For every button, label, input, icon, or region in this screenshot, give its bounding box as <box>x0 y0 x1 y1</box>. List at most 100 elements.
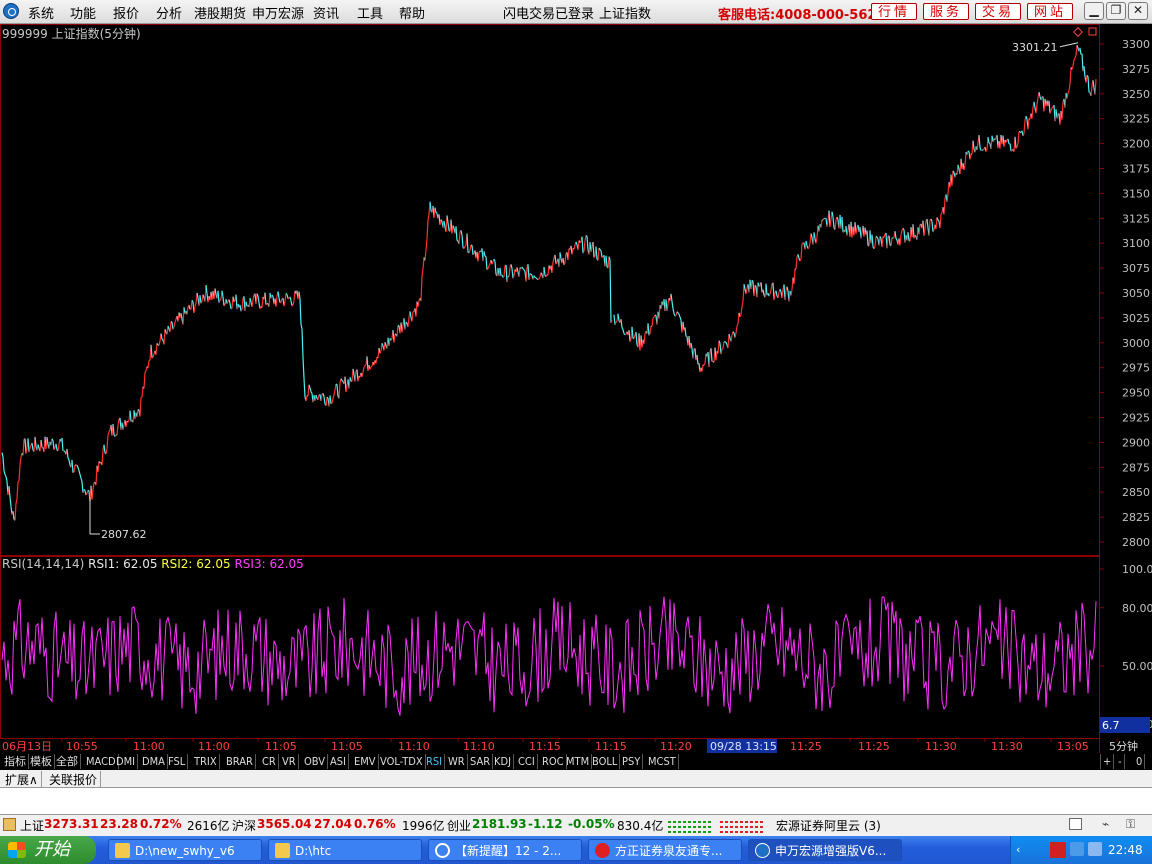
rsi-value-box-label: 6.7 <box>1102 719 1120 732</box>
indicator-tab-cr[interactable]: CR <box>260 754 279 769</box>
tray-expand-icon[interactable]: ‹ <box>1016 843 1020 856</box>
price-tick-label: 2975 <box>1122 362 1150 375</box>
hs-index-change: 27.04 <box>314 817 352 831</box>
website-button[interactable]: 网站 <box>1027 3 1073 20</box>
related-quote-tab[interactable]: 关联报价 <box>46 771 102 788</box>
menu-analysis[interactable]: 分析 <box>156 3 182 22</box>
menu-hk-futures[interactable]: 港股期货 <box>194 3 246 22</box>
chart-area[interactable]: 3300 3275 3250 3225 3200 3175 3150 3125 3100 3075… <box>0 24 1152 754</box>
rsi-params: RSI(14,14,14) <box>2 557 85 571</box>
service-button[interactable]: 服务 <box>923 3 969 20</box>
rsi-tick-label: 100.00 <box>1122 563 1152 576</box>
signal-icon: ⌁ <box>1102 817 1110 831</box>
task-folder-htc[interactable]: D:\htc <box>268 839 422 861</box>
zoom-in-button[interactable]: + <box>1100 754 1115 769</box>
indicator-tab-asi[interactable]: ASI <box>328 754 349 769</box>
network-icon[interactable] <box>1070 842 1084 856</box>
task-fangzheng[interactable]: 方正证券泉友通专... <box>588 839 742 861</box>
sh-index-pct: 0.72% <box>140 817 182 831</box>
indicator-tab-boll[interactable]: BOLL <box>590 754 621 769</box>
indicator-tab-obv[interactable]: OBV <box>302 754 329 769</box>
hs-index-name[interactable]: 沪深 <box>232 817 256 834</box>
hs-index-pct: 0.76% <box>354 817 396 831</box>
menu-help[interactable]: 帮助 <box>399 3 425 22</box>
task-folder-swhy[interactable]: D:\new_swhy_v6 <box>108 839 262 861</box>
indicator-tab-rsi[interactable]: RSI <box>424 754 446 769</box>
time-tick-label: 11:00 <box>133 740 165 753</box>
folder-icon <box>115 843 130 858</box>
indicator-tab-cci[interactable]: CCI <box>516 754 538 769</box>
indicator-tab-dma[interactable]: DMA <box>140 754 168 769</box>
indicator-tab-wr[interactable]: WR <box>446 754 468 769</box>
sh-index-value: 3273.31 <box>44 817 99 831</box>
indicator-tab-dmi[interactable]: DMI <box>114 754 139 769</box>
indicator-tab-mtm[interactable]: MTM <box>564 754 593 769</box>
ticker-icon[interactable] <box>3 818 16 831</box>
price-tick-label: 3025 <box>1122 312 1150 325</box>
restore-icon[interactable]: ❐ <box>1106 2 1126 20</box>
start-button[interactable]: 开始 <box>0 836 96 864</box>
cy-index-amount: 830.4亿 <box>617 819 664 833</box>
menu-swhy[interactable]: 申万宏源 <box>252 3 304 22</box>
task-swhy-app[interactable]: 申万宏源增强版V6... <box>748 839 902 861</box>
menu-news[interactable]: 资讯 <box>313 3 339 22</box>
period-label[interactable]: 5分钟 <box>1109 739 1138 753</box>
cy-index-pct: -0.05% <box>568 817 615 831</box>
indicator-tab-brar[interactable]: BRAR <box>224 754 256 769</box>
menu-system[interactable]: 系统 <box>28 3 54 22</box>
task-browser-reminder[interactable]: 【新提醒】12 - 2... <box>428 839 582 861</box>
time-tick-label: 11:10 <box>463 740 495 753</box>
rsi-legend: RSI(14,14,14) RSI1: 62.05 RSI2: 62.05 RS… <box>2 557 304 571</box>
time-tick-label: 10:55 <box>66 740 98 753</box>
volume-icon[interactable] <box>1088 842 1102 856</box>
close-icon[interactable]: ✕ <box>1128 2 1148 20</box>
reset-button[interactable]: 0 <box>1134 754 1146 769</box>
quote-button[interactable]: 行情 <box>871 3 917 20</box>
sh-index-change: 23.28 <box>100 817 138 831</box>
indicator-tab-模板[interactable]: 模板 <box>28 754 55 769</box>
price-tick-label: 3250 <box>1122 88 1150 101</box>
indicator-tab-mcst[interactable]: MCST <box>646 754 679 769</box>
browser-icon <box>435 843 450 858</box>
rsi2-value: RSI2: 62.05 <box>161 557 231 571</box>
app-logo-icon[interactable] <box>3 3 19 19</box>
minimize-icon[interactable]: ▁ <box>1084 2 1104 20</box>
marker-square-icon[interactable] <box>1088 27 1097 36</box>
indicator-tab-psy[interactable]: PSY <box>620 754 644 769</box>
time-tick-label: 11:10 <box>398 740 430 753</box>
trade-login-status: 闪电交易已登录 <box>503 7 595 22</box>
trade-button[interactable]: 交易 <box>975 3 1021 20</box>
indicator-tab-vol-tdx[interactable]: VOL-TDX <box>378 754 426 769</box>
tray-app-icon[interactable] <box>1050 842 1066 858</box>
indicator-tab-kdj[interactable]: KDJ <box>492 754 515 769</box>
marker-diamond-icon[interactable] <box>1073 27 1083 37</box>
window-icon[interactable] <box>1069 818 1082 830</box>
menu-tools[interactable]: 工具 <box>357 3 383 22</box>
indicator-tab-指标[interactable]: 指标 <box>2 754 29 769</box>
time-tick-label: 11:05 <box>331 740 363 753</box>
indicator-tab-trix[interactable]: TRIX <box>192 754 220 769</box>
menu-function[interactable]: 功能 <box>70 3 96 22</box>
time-tick-label: 11:15 <box>595 740 627 753</box>
expand-tab[interactable]: 扩展∧ <box>2 771 42 788</box>
price-tick-label: 3075 <box>1122 262 1150 275</box>
price-tick-label: 3200 <box>1122 138 1150 151</box>
indicator-tab-vr[interactable]: VR <box>280 754 299 769</box>
time-tick-label: 11:15 <box>529 740 561 753</box>
task-label: 申万宏源增强版V6... <box>775 844 887 858</box>
price-tick-label: 3150 <box>1122 187 1150 200</box>
broker-server[interactable]: 宏源证券阿里云 (3) <box>776 817 881 834</box>
indicator-tab-fsl[interactable]: FSL <box>166 754 189 769</box>
menu-quote[interactable]: 报价 <box>113 3 139 22</box>
indicator-tab-sar[interactable]: SAR <box>468 754 494 769</box>
sh-index-name[interactable]: 上证 <box>20 817 44 834</box>
indicator-tab-emv[interactable]: EMV <box>352 754 379 769</box>
indicator-tab-roc[interactable]: ROC <box>540 754 567 769</box>
price-rsi-chart[interactable]: 3300 3275 3250 3225 3200 3175 3150 3125 3100 3075… <box>0 24 1152 754</box>
cy-index-name[interactable]: 创业 <box>447 817 471 834</box>
zoom-out-button[interactable]: - <box>1116 754 1125 769</box>
price-tick-label: 2800 <box>1122 536 1150 549</box>
low-price-label: 2807.62 <box>101 528 147 541</box>
rsi-tick-label: 50.00 <box>1122 660 1152 673</box>
indicator-tab-全部[interactable]: 全部 <box>54 754 81 769</box>
